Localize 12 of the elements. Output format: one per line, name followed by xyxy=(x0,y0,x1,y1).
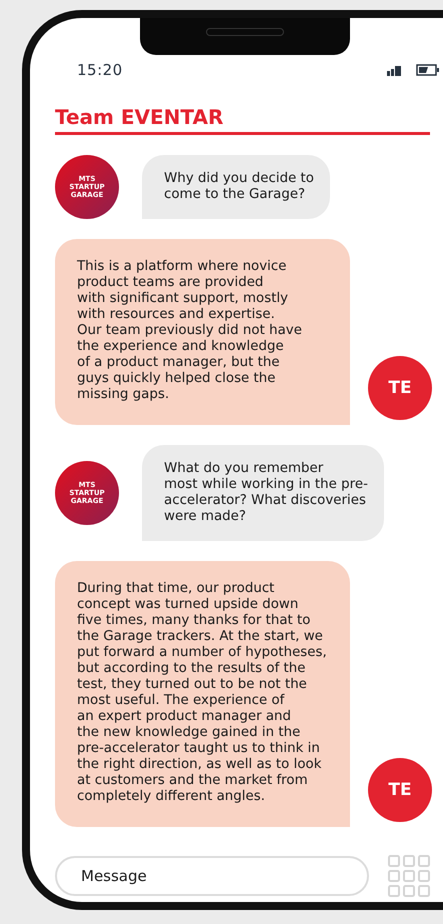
avatar-initials: TE xyxy=(368,758,432,822)
chat-title: Team EVENTAR xyxy=(55,104,224,130)
grid-icon[interactable] xyxy=(388,855,430,897)
avatar-initials: TE xyxy=(368,356,432,420)
signal-icon xyxy=(387,64,403,76)
status-time: 15:20 xyxy=(77,60,123,80)
question-bubble: What do you remember most while working in the pre- accelerator? What discoveries were made? xyxy=(142,445,384,541)
question-bubble: Why did you decide to come to the Garage? xyxy=(142,155,330,219)
message-input[interactable]: Message xyxy=(55,856,369,896)
battery-icon xyxy=(416,64,440,76)
answer-bubble: During that time, our product concept was turned upside down five times, many thanks for that to the Garage trackers. At the start, we put forward a number of hypotheses, but according to the results of the test, they turned out to be not the most useful. The experience of an expert product manager and the new knowledge gained in the pre-accelerator taught us to think in the right direction, as well as to look at customers and the market from completely different angles. xyxy=(55,561,350,827)
answer-bubble: This is a platform where novice product teams are provided with significant support, mostly with resources and expertise. Our team previously did not have the experience and knowledge of a product manager, but the guys quickly helped close the missing gaps. xyxy=(55,239,350,425)
